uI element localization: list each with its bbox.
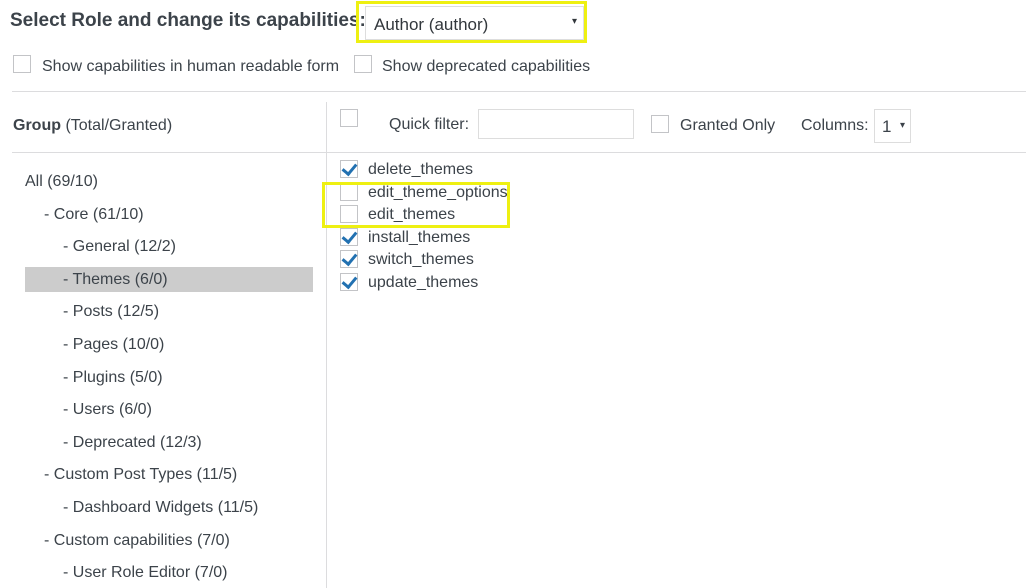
group-item-label: - Users (6/0): [63, 401, 152, 419]
show-deprecated-label[interactable]: Show deprecated capabilities: [382, 58, 590, 76]
group-item[interactable]: - Themes (6/0): [25, 266, 313, 292]
capability-checkbox[interactable]: [340, 250, 358, 269]
group-item-label: - Pages (10/0): [63, 336, 165, 353]
capability-label[interactable]: delete_themes: [368, 161, 473, 179]
group-item-label: - Plugins (5/0): [63, 368, 163, 386]
group-item[interactable]: - Dashboard Widgets (11/5): [63, 495, 258, 520]
chevron-down-icon: ▾: [571, 16, 577, 27]
capability-checkbox[interactable]: [340, 227, 358, 246]
quick-filter-input[interactable]: [478, 109, 634, 139]
columns-label: Columns:: [801, 117, 869, 134]
capability-label[interactable]: switch_themes: [368, 251, 474, 269]
group-item[interactable]: - Custom capabilities (7/0): [44, 528, 230, 553]
capability-label[interactable]: update_themes: [368, 274, 478, 292]
group-item-label: - Posts (12/5): [63, 303, 160, 321]
column-divider: [326, 102, 327, 588]
human-readable-label[interactable]: Show capabilities in human readable form: [42, 58, 339, 76]
group-item-label: - Custom capabilities (7/0): [44, 531, 230, 549]
group-item-label: - Dashboard Widgets (11/5): [63, 499, 259, 516]
group-item-label: - User Role Editor (7/0): [63, 564, 228, 582]
quick-filter-label: Quick filter:: [389, 116, 470, 133]
groups-header: Group (Total/Granted): [13, 117, 172, 135]
granted-only-label[interactable]: Granted Only: [680, 117, 775, 135]
group-item[interactable]: - Core (61/10): [44, 202, 144, 227]
group-item-label: - Deprecated (12/3): [63, 433, 202, 451]
header-divider: [12, 152, 1026, 153]
granted-only-checkbox[interactable]: [651, 115, 669, 133]
group-item[interactable]: - Pages (10/0): [63, 332, 164, 357]
select-all-checkbox[interactable]: [340, 109, 358, 127]
capability-label[interactable]: install_themes: [368, 229, 470, 247]
group-item[interactable]: - Users (6/0): [63, 397, 152, 422]
capability-highlight: [322, 182, 510, 228]
group-item[interactable]: - User Role Editor (7/0): [63, 560, 228, 585]
page-title: Select Role and change its capabilities:: [10, 10, 366, 31]
group-item[interactable]: - Plugins (5/0): [63, 365, 163, 390]
groups-header-bold: Group: [13, 117, 61, 134]
capability-checkbox[interactable]: [340, 160, 358, 178]
group-item-label: - General (12/2): [63, 238, 176, 256]
groups-header-rest: (Total/Granted): [61, 117, 173, 134]
group-item-label: - Themes (6/0): [63, 270, 168, 288]
role-select-value: Author (author): [374, 15, 489, 34]
human-readable-checkbox[interactable]: [13, 55, 31, 73]
group-item-label: - Core (61/10): [44, 205, 144, 223]
divider: [12, 91, 1026, 92]
group-item[interactable]: - Custom Post Types (11/5): [44, 462, 237, 487]
show-deprecated-checkbox[interactable]: [354, 55, 372, 73]
group-item[interactable]: - Deprecated (12/3): [63, 430, 202, 455]
group-item-label: - Custom Post Types (11/5): [44, 466, 238, 484]
group-item[interactable]: - Posts (12/5): [63, 299, 159, 324]
group-item[interactable]: - General (12/2): [63, 234, 176, 259]
capability-checkbox[interactable]: [340, 273, 358, 291]
group-item[interactable]: All (69/10): [25, 169, 98, 194]
role-select[interactable]: Author (author) ▾: [365, 6, 584, 40]
columns-value: 1: [882, 117, 892, 136]
chevron-down-icon: ▾: [899, 120, 905, 131]
group-item-label: All (69/10): [25, 173, 98, 190]
columns-select[interactable]: 1 ▾: [874, 109, 911, 143]
